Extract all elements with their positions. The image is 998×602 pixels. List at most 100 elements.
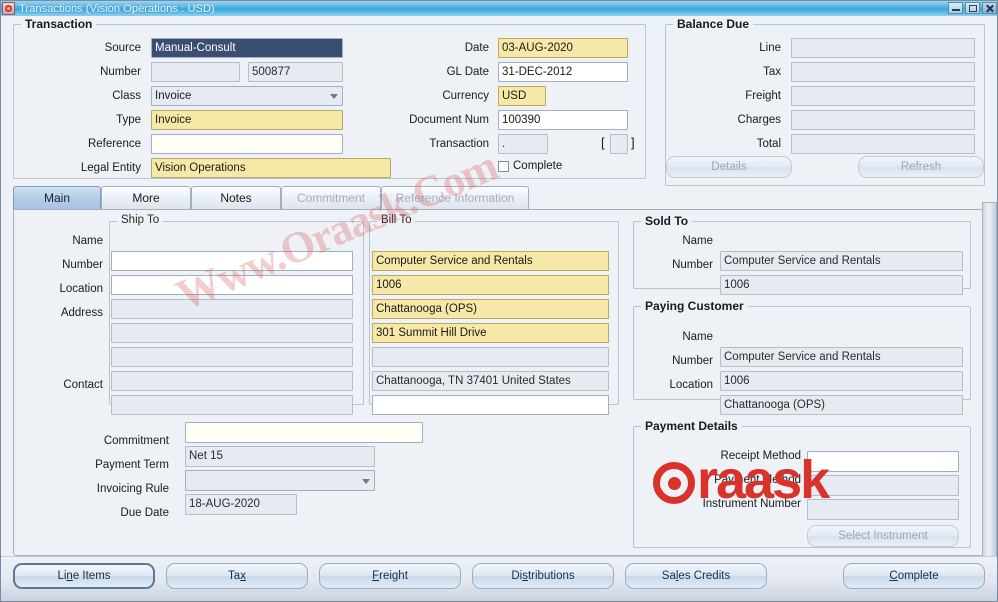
ship-to-group-title: Ship To — [117, 214, 164, 226]
complete-button[interactable]: Complete — [843, 563, 985, 589]
due-date-label: Due Date — [120, 507, 169, 519]
close-icon[interactable] — [982, 2, 997, 14]
balance-freight-field — [791, 86, 975, 106]
reference-field[interactable] — [151, 134, 343, 154]
maximize-icon[interactable] — [965, 2, 980, 14]
legal-entity-field[interactable]: Vision Operations — [151, 158, 391, 178]
transactions-window: Transactions (Vision Operations : USD) T… — [0, 0, 998, 602]
tab-more[interactable]: More — [101, 186, 191, 209]
commitment-field[interactable] — [185, 422, 423, 443]
ship-to-address-label: Address — [60, 307, 103, 319]
currency-label: Currency — [442, 90, 489, 102]
balance-charges-label: Charges — [737, 114, 781, 126]
select-instrument-button[interactable]: Select Instrument — [807, 525, 959, 547]
complete-checkbox-label: Complete — [513, 160, 563, 172]
bill-to-location-field[interactable]: Chattanooga (OPS) — [372, 299, 609, 319]
line-items-button[interactable]: Line Items — [13, 563, 155, 589]
freight-button[interactable]: Freight — [319, 563, 461, 589]
instrument-number-field — [807, 499, 959, 520]
currency-field[interactable]: USD — [498, 86, 546, 106]
transaction-num-field[interactable]: . — [498, 134, 548, 154]
sold-to-number-label: Number — [672, 259, 713, 271]
complete-button-label: Complete — [889, 570, 939, 582]
complete-checkbox[interactable]: Complete — [498, 160, 562, 172]
vertical-scrollbar[interactable] — [982, 202, 997, 568]
flexfield-bracket-open: [ — [601, 135, 605, 150]
distributions-button[interactable]: Distributions — [472, 563, 614, 589]
transaction-num-label: Transaction — [429, 138, 489, 150]
paying-customer-name-label: Name — [682, 331, 713, 343]
date-field[interactable]: 03-AUG-2020 — [498, 38, 628, 58]
commitment-label: Commitment — [103, 435, 169, 447]
due-date-field: 18-AUG-2020 — [185, 494, 297, 515]
sold-to-number-field: 1006 — [720, 275, 963, 295]
tax-button[interactable]: Tax — [166, 563, 308, 589]
sales-credits-button[interactable]: Sales Credits — [625, 563, 767, 589]
balance-tax-field — [791, 62, 975, 82]
sold-to-name-field: Computer Service and Rentals — [720, 251, 963, 271]
window-controls — [948, 2, 997, 14]
bill-to-name-field[interactable]: Computer Service and Rentals — [372, 251, 609, 271]
ship-to-contact-field — [111, 395, 353, 415]
complete-checkbox-box — [498, 160, 509, 172]
type-field[interactable]: Invoice — [151, 110, 343, 130]
distributions-button-label: Distributions — [511, 570, 575, 582]
minimize-icon[interactable] — [948, 2, 963, 14]
transaction-group-title: Transaction — [21, 17, 97, 31]
transaction-flexfield[interactable] — [610, 134, 628, 154]
sold-to-group-title: Sold To — [641, 214, 693, 228]
paying-customer-location-field: Chattanooga (OPS) — [720, 395, 963, 415]
balance-details-button[interactable]: Details — [666, 156, 792, 178]
tab-notes[interactable]: Notes — [191, 186, 281, 209]
type-label: Type — [116, 114, 141, 126]
bill-to-address-line2-field — [372, 347, 609, 367]
bill-to-contact-field[interactable] — [372, 395, 609, 415]
balance-tax-label: Tax — [763, 66, 781, 78]
balance-line-field — [791, 38, 975, 58]
sales-credits-button-label: Sales Credits — [661, 570, 731, 582]
payment-details-group-title: Payment Details — [641, 419, 742, 433]
balance-refresh-button[interactable]: Refresh — [858, 156, 984, 178]
tab-strip: Main More Notes Commitment Reference Inf… — [13, 186, 985, 209]
number-secondary-field[interactable]: 500877 — [248, 62, 343, 82]
form-canvas: Transaction Source Number Class Type Ref… — [1, 16, 997, 601]
payment-method-field — [807, 475, 959, 496]
balance-freight-label: Freight — [745, 90, 781, 102]
tab-main[interactable]: Main — [13, 186, 101, 209]
bill-to-address-line3-field: Chattanooga, TN 37401 United States — [372, 371, 609, 391]
ship-to-address-line2-field — [111, 347, 353, 367]
tab-commitment: Commitment — [281, 186, 381, 209]
flexfield-bracket-close: ] — [631, 135, 635, 150]
balance-line-label: Line — [759, 42, 781, 54]
receipt-method-field[interactable] — [807, 451, 959, 472]
bill-to-number-field[interactable]: 1006 — [372, 275, 609, 295]
source-field[interactable]: Manual-Consult — [151, 38, 343, 58]
gl-date-field[interactable]: 31-DEC-2012 — [498, 62, 628, 82]
line-items-button-label: Line Items — [57, 570, 111, 582]
ship-to-number-field[interactable] — [111, 275, 353, 295]
bill-to-address-field[interactable]: 301 Summit Hill Drive — [372, 323, 609, 343]
balance-total-label: Total — [756, 138, 781, 150]
source-label: Source — [104, 42, 141, 54]
ship-to-location-label: Location — [59, 283, 103, 295]
ship-to-contact-label: Contact — [63, 379, 103, 391]
balance-charges-field — [791, 110, 975, 130]
legal-entity-label: Legal Entity — [80, 162, 141, 174]
ship-to-name-field[interactable] — [111, 251, 353, 271]
tax-button-label: Tax — [228, 570, 246, 582]
payment-term-field[interactable]: Net 15 — [185, 446, 375, 467]
reference-label: Reference — [87, 138, 141, 150]
freight-button-label: Freight — [372, 570, 408, 582]
payment-term-label: Payment Term — [95, 459, 169, 471]
ship-to-address-line3-field — [111, 371, 353, 391]
receipt-method-label: Receipt Method — [720, 450, 801, 462]
payment-method-label: Payment Method — [714, 474, 801, 486]
invoicing-rule-label: Invoicing Rule — [96, 483, 169, 495]
invoicing-rule-poplist[interactable] — [185, 470, 375, 491]
window-titlebar: Transactions (Vision Operations : USD) — [1, 1, 997, 16]
number-field[interactable] — [151, 62, 240, 82]
document-num-field[interactable]: 100390 — [498, 110, 628, 130]
paying-customer-name-field: Computer Service and Rentals — [720, 347, 963, 367]
class-poplist[interactable]: Invoice — [151, 86, 343, 106]
ship-to-address-field — [111, 323, 353, 343]
